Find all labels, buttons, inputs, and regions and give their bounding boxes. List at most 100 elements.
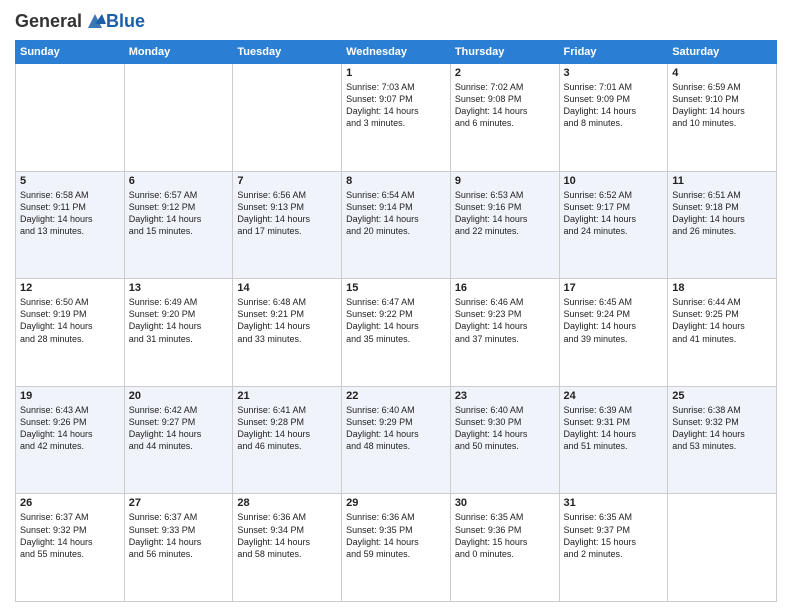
calendar-cell: 6 Sunrise: 6:57 AM Sunset: 9:12 PM Daylig…: [124, 171, 233, 279]
day-number: 13: [129, 282, 229, 294]
cell-text: Sunrise: 6:38 AM Sunset: 9:32 PM Dayligh…: [672, 404, 772, 453]
day-number: 31: [564, 497, 664, 509]
day-number: 8: [346, 175, 446, 187]
cell-text: Sunrise: 6:56 AM Sunset: 9:13 PM Dayligh…: [237, 189, 337, 238]
calendar-cell: 1Sunrise: 7:03 AM Sunset: 9:07 PM Daylig…: [342, 64, 451, 172]
calendar-cell: [16, 64, 125, 172]
calendar-cell: 10 Sunrise: 6:52 AM Sunset: 9:17 PM Dayli…: [559, 171, 668, 279]
calendar-header-row: SundayMondayTuesdayWednesdayThursdayFrid…: [16, 41, 777, 64]
cell-text: Sunrise: 6:59 AM Sunset: 9:10 PM Dayligh…: [672, 81, 772, 130]
calendar-cell: 18 Sunrise: 6:44 AM Sunset: 9:25 PM Dayli…: [668, 279, 777, 387]
calendar-cell: 20 Sunrise: 6:42 AM Sunset: 9:27 PM Dayli…: [124, 386, 233, 494]
day-number: 2: [455, 67, 555, 79]
calendar-cell: 24 Sunrise: 6:39 AM Sunset: 9:31 PM Dayli…: [559, 386, 668, 494]
calendar-cell: 28 Sunrise: 6:36 AM Sunset: 9:34 PM Dayli…: [233, 494, 342, 602]
cell-text: Sunrise: 6:45 AM Sunset: 9:24 PM Dayligh…: [564, 296, 664, 345]
cell-text: Sunrise: 6:40 AM Sunset: 9:30 PM Dayligh…: [455, 404, 555, 453]
cell-text: Sunrise: 6:48 AM Sunset: 9:21 PM Dayligh…: [237, 296, 337, 345]
day-number: 28: [237, 497, 337, 509]
cell-text: Sunrise: 6:58 AM Sunset: 9:11 PM Dayligh…: [20, 189, 120, 238]
day-number: 16: [455, 282, 555, 294]
calendar-cell: 17 Sunrise: 6:45 AM Sunset: 9:24 PM Dayli…: [559, 279, 668, 387]
calendar-cell: 16 Sunrise: 6:46 AM Sunset: 9:23 PM Dayli…: [450, 279, 559, 387]
day-number: 24: [564, 390, 664, 402]
calendar-cell: 9 Sunrise: 6:53 AM Sunset: 9:16 PM Daylig…: [450, 171, 559, 279]
header: General Blue: [15, 10, 777, 32]
logo-general-text: General: [15, 11, 82, 32]
calendar-cell: 31 Sunrise: 6:35 AM Sunset: 9:37 PM Dayli…: [559, 494, 668, 602]
calendar-cell: 29 Sunrise: 6:36 AM Sunset: 9:35 PM Dayli…: [342, 494, 451, 602]
day-number: 25: [672, 390, 772, 402]
day-number: 26: [20, 497, 120, 509]
cell-text: Sunrise: 6:57 AM Sunset: 9:12 PM Dayligh…: [129, 189, 229, 238]
cell-text: Sunrise: 6:43 AM Sunset: 9:26 PM Dayligh…: [20, 404, 120, 453]
cell-text: Sunrise: 6:52 AM Sunset: 9:17 PM Dayligh…: [564, 189, 664, 238]
cell-text: Sunrise: 7:01 AM Sunset: 9:09 PM Dayligh…: [564, 81, 664, 130]
cell-text: Sunrise: 6:42 AM Sunset: 9:27 PM Dayligh…: [129, 404, 229, 453]
cell-text: Sunrise: 6:41 AM Sunset: 9:28 PM Dayligh…: [237, 404, 337, 453]
day-number: 4: [672, 67, 772, 79]
cell-text: Sunrise: 6:51 AM Sunset: 9:18 PM Dayligh…: [672, 189, 772, 238]
cell-text: Sunrise: 6:44 AM Sunset: 9:25 PM Dayligh…: [672, 296, 772, 345]
calendar-week-row: 5 Sunrise: 6:58 AM Sunset: 9:11 PM Daylig…: [16, 171, 777, 279]
day-number: 5: [20, 175, 120, 187]
calendar-cell: [233, 64, 342, 172]
calendar-week-row: 26 Sunrise: 6:37 AM Sunset: 9:32 PM Dayli…: [16, 494, 777, 602]
calendar-week-row: 1Sunrise: 7:03 AM Sunset: 9:07 PM Daylig…: [16, 64, 777, 172]
day-number: 19: [20, 390, 120, 402]
calendar-cell: 19 Sunrise: 6:43 AM Sunset: 9:26 PM Dayli…: [16, 386, 125, 494]
day-number: 18: [672, 282, 772, 294]
logo-icon: [84, 10, 106, 32]
day-number: 9: [455, 175, 555, 187]
calendar-week-row: 12 Sunrise: 6:50 AM Sunset: 9:19 PM Dayli…: [16, 279, 777, 387]
day-number: 6: [129, 175, 229, 187]
day-number: 10: [564, 175, 664, 187]
day-number: 1: [346, 67, 446, 79]
calendar-cell: 26 Sunrise: 6:37 AM Sunset: 9:32 PM Dayli…: [16, 494, 125, 602]
page: General Blue SundayMondayTuesdayWednesda…: [0, 0, 792, 612]
day-number: 21: [237, 390, 337, 402]
calendar-cell: 23 Sunrise: 6:40 AM Sunset: 9:30 PM Dayli…: [450, 386, 559, 494]
day-number: 17: [564, 282, 664, 294]
calendar-table: SundayMondayTuesdayWednesdayThursdayFrid…: [15, 40, 777, 602]
calendar-cell: 13 Sunrise: 6:49 AM Sunset: 9:20 PM Dayli…: [124, 279, 233, 387]
calendar-week-row: 19 Sunrise: 6:43 AM Sunset: 9:26 PM Dayli…: [16, 386, 777, 494]
calendar-cell: 15Sunrise: 6:47 AM Sunset: 9:22 PM Dayli…: [342, 279, 451, 387]
cell-text: Sunrise: 6:53 AM Sunset: 9:16 PM Dayligh…: [455, 189, 555, 238]
cell-text: Sunrise: 6:37 AM Sunset: 9:33 PM Dayligh…: [129, 511, 229, 560]
day-number: 14: [237, 282, 337, 294]
day-number: 7: [237, 175, 337, 187]
calendar-cell: 14 Sunrise: 6:48 AM Sunset: 9:21 PM Dayli…: [233, 279, 342, 387]
cell-text: Sunrise: 6:35 AM Sunset: 9:36 PM Dayligh…: [455, 511, 555, 560]
calendar-cell: 12 Sunrise: 6:50 AM Sunset: 9:19 PM Dayli…: [16, 279, 125, 387]
calendar-cell: [668, 494, 777, 602]
logo: General Blue: [15, 10, 145, 32]
cell-text: Sunrise: 6:49 AM Sunset: 9:20 PM Dayligh…: [129, 296, 229, 345]
cell-text: Sunrise: 6:54 AM Sunset: 9:14 PM Dayligh…: [346, 189, 446, 238]
day-number: 23: [455, 390, 555, 402]
cell-text: Sunrise: 6:37 AM Sunset: 9:32 PM Dayligh…: [20, 511, 120, 560]
cell-text: Sunrise: 6:39 AM Sunset: 9:31 PM Dayligh…: [564, 404, 664, 453]
calendar-cell: 7 Sunrise: 6:56 AM Sunset: 9:13 PM Daylig…: [233, 171, 342, 279]
weekday-header-friday: Friday: [559, 41, 668, 64]
cell-text: Sunrise: 6:46 AM Sunset: 9:23 PM Dayligh…: [455, 296, 555, 345]
cell-text: Sunrise: 6:36 AM Sunset: 9:35 PM Dayligh…: [346, 511, 446, 560]
cell-text: Sunrise: 6:36 AM Sunset: 9:34 PM Dayligh…: [237, 511, 337, 560]
calendar-cell: 11 Sunrise: 6:51 AM Sunset: 9:18 PM Dayli…: [668, 171, 777, 279]
day-number: 11: [672, 175, 772, 187]
day-number: 29: [346, 497, 446, 509]
day-number: 20: [129, 390, 229, 402]
cell-text: Sunrise: 6:35 AM Sunset: 9:37 PM Dayligh…: [564, 511, 664, 560]
weekday-header-thursday: Thursday: [450, 41, 559, 64]
cell-text: Sunrise: 6:50 AM Sunset: 9:19 PM Dayligh…: [20, 296, 120, 345]
calendar-cell: 27Sunrise: 6:37 AM Sunset: 9:33 PM Dayli…: [124, 494, 233, 602]
weekday-header-sunday: Sunday: [16, 41, 125, 64]
calendar-cell: [124, 64, 233, 172]
calendar-cell: 5 Sunrise: 6:58 AM Sunset: 9:11 PM Daylig…: [16, 171, 125, 279]
cell-text: Sunrise: 7:02 AM Sunset: 9:08 PM Dayligh…: [455, 81, 555, 130]
calendar-cell: 22Sunrise: 6:40 AM Sunset: 9:29 PM Dayli…: [342, 386, 451, 494]
day-number: 22: [346, 390, 446, 402]
weekday-header-monday: Monday: [124, 41, 233, 64]
day-number: 12: [20, 282, 120, 294]
calendar-cell: 8 Sunrise: 6:54 AM Sunset: 9:14 PM Daylig…: [342, 171, 451, 279]
